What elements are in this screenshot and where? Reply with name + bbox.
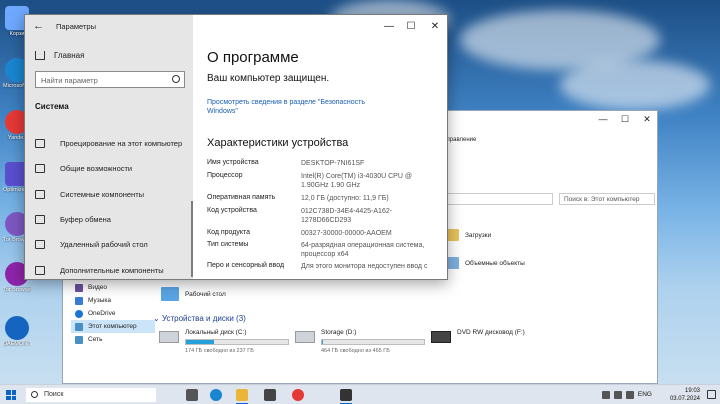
volume-icon[interactable] [626,391,634,399]
shared-icon [35,164,45,174]
yandex-icon[interactable] [292,389,304,401]
clipboard-icon [35,215,45,225]
security-link[interactable]: Просмотреть сведения в разделе "Безопасн… [207,98,397,116]
spec-row: Перо и сенсорный ввод Для этого монитора … [207,262,428,270]
cloud-icon [75,309,83,318]
spec-row: Процессор Intel(R) Core(TM) i3-4030U CPU … [207,172,412,189]
explorer-nav-pane: Видео Музыка OneDrive Этот компьютер Сет… [71,281,155,346]
drives-group-header[interactable]: ⌄ Устройства и диски (3) [153,314,246,323]
back-arrow-icon[interactable]: ← [33,20,44,32]
explorer-maximize-button[interactable]: ☐ [615,114,635,125]
nav-item-network[interactable]: Сеть [71,333,155,346]
chevron-up-icon[interactable] [602,391,610,399]
explorer-close-button[interactable]: ✕ [637,114,657,125]
explorer-minimize-button[interactable]: — [593,114,613,124]
spec-row: Тип системы 64-разрядная операционная сис… [207,241,425,258]
nav-item-this-pc[interactable]: Этот компьютер [71,320,155,333]
explorer-search-input[interactable]: Поиск в: Этот компьютер [559,193,655,205]
protection-status: Ваш компьютер защищен. [207,73,330,84]
specs-heading: Характеристики устройства [207,137,349,149]
video-icon [75,283,83,292]
settings-menu: Проецирование на этот компьютер Общие во… [25,131,193,279]
drive-c[interactable]: Локальный диск (C:) 174 ГБ свободно из 2… [159,329,299,359]
settings-gear-icon[interactable] [340,389,352,404]
window-title: Параметры [56,22,96,31]
network-icon [75,335,83,344]
drive-d[interactable]: Storage (D:) 464 ГБ свободно из 465 ГБ [295,329,435,359]
settings-window: ← Параметры — ☐ ✕ Главная Найти параметр… [24,14,448,280]
drive-c-usage-bar [185,339,289,345]
network-tray-icon[interactable] [614,391,622,399]
daemon-tools-icon [5,316,29,340]
device-specs: Имя устройства DESKTOP-7NI61SF Процессор I… [207,159,447,274]
spec-row: Оперативная память 12,0 ГБ (доступно: 11,… [207,194,389,202]
spec-row: Код продукта 00327-30000-00000-AAOEM [207,229,392,237]
desktop-icon-daemon[interactable]: DAEMON Tools Lite [3,316,31,347]
home-icon [35,51,45,60]
notification-icon[interactable] [707,390,716,399]
page-title: О программе [207,49,299,66]
task-view-icon[interactable] [186,389,198,401]
projector-icon [35,139,45,149]
menu-item-projection[interactable]: Проецирование на этот компьютер [25,131,193,156]
desktop-folder-icon [161,287,179,301]
file-explorer-icon[interactable] [236,389,248,404]
folder-desktop[interactable]: Рабочий стол [161,287,226,301]
section-heading: Система [35,102,69,111]
desktop: Корзи Microsoft Edge Yandex Optimizer Ut… [0,0,720,384]
taskbar: Поиск ENG 19:03 03.07.2024 [0,384,720,404]
folder-downloads[interactable]: Загрузки [443,229,491,241]
components-icon [35,189,45,199]
store-icon[interactable] [264,389,276,401]
about-page: О программе Ваш компьютер защищен. Просм… [193,15,447,279]
extra-components-icon [35,265,45,275]
menu-item-components[interactable]: Системные компоненты [25,182,193,207]
remote-desktop-icon [35,240,45,250]
edge-icon[interactable] [210,389,222,401]
chevron-down-icon: ⌄ [153,314,162,323]
drive-d-usage-bar [321,339,425,345]
nav-item-onedrive[interactable]: OneDrive [71,307,155,320]
clock-date: 03.07.2024 [669,396,700,402]
hard-drive-icon [295,331,315,343]
windows-start-button[interactable] [6,390,16,400]
search-icon [31,391,38,398]
clock[interactable]: 19:03 03.07.2024 [670,387,700,403]
nav-item-video[interactable]: Видео [71,281,155,294]
windows-drive-icon [159,331,179,343]
nav-item-music[interactable]: Музыка [71,294,155,307]
explorer-ribbon: Управление [443,137,623,177]
computer-icon [75,322,83,331]
spec-row: Код устройства 012C738D-34E4-4425-A162-12… [207,207,393,224]
language-indicator[interactable]: ENG [638,391,652,398]
menu-item-remote-desktop[interactable]: Удаленный рабочий стол [25,232,193,257]
search-icon[interactable] [172,75,180,83]
taskbar-search-box[interactable]: Поиск [26,388,156,402]
menu-item-clipboard[interactable]: Буфер обмена [25,207,193,232]
clock-time: 19:03 [684,388,700,394]
ribbon-manage-tab[interactable]: Управление [443,137,476,143]
explorer-address-bar[interactable] [443,193,553,205]
menu-item-shared[interactable]: Общие возможности [25,156,193,181]
music-icon [75,296,83,305]
folder-3d-objects[interactable]: Объемные объекты [443,257,525,269]
drive-f[interactable]: DVD RW дисковод (F:) [431,329,581,359]
menu-item-extra-components[interactable]: Дополнительные компоненты [25,257,193,279]
dvd-drive-icon [431,331,451,343]
home-link[interactable]: Главная [35,51,84,60]
settings-search-input[interactable]: Найти параметр [35,71,185,88]
spec-row: Имя устройства DESKTOP-7NI61SF [207,159,365,167]
